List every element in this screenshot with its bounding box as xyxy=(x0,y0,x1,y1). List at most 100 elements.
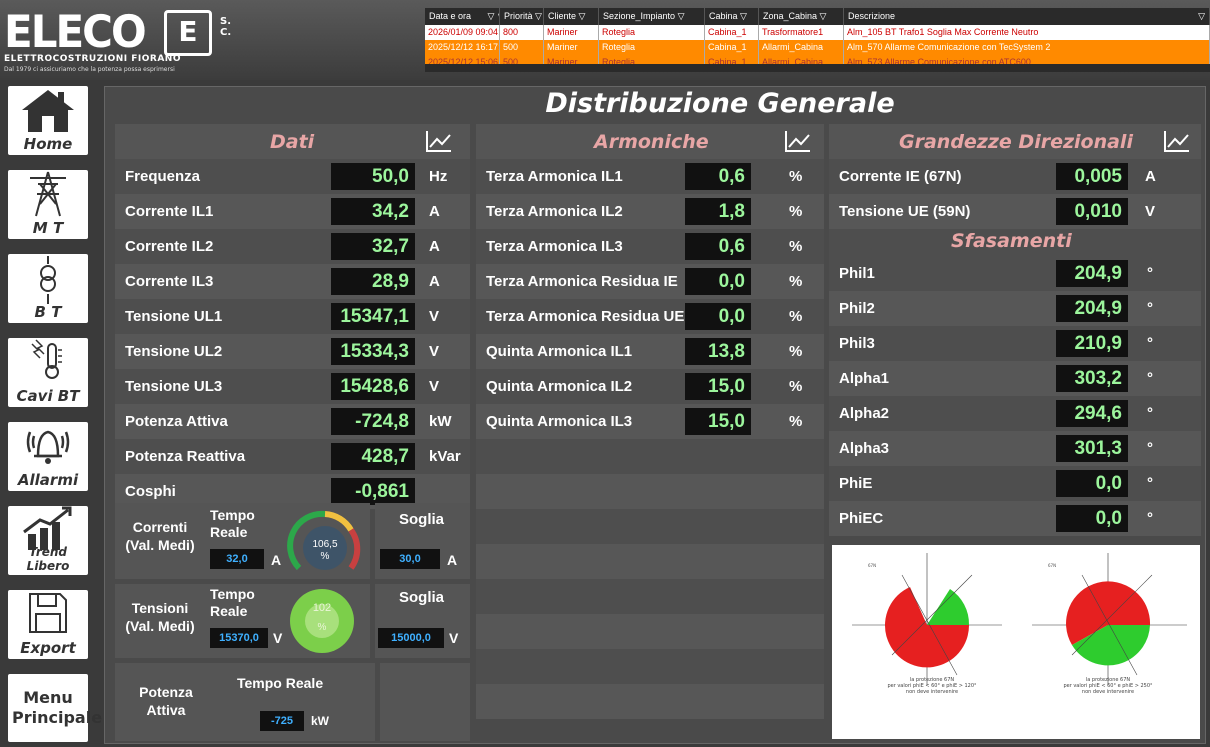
trend-icon[interactable] xyxy=(1163,129,1191,153)
armoniche-title: Armoniche xyxy=(594,131,709,153)
direction-diagram: 67N 67N la protezione 67N per valori phiE… xyxy=(832,545,1200,739)
protection-diagram: 67N 67N xyxy=(852,553,1187,685)
measure-value: 0,005 xyxy=(1056,163,1128,190)
dati-header: Dati xyxy=(115,124,470,159)
measure-row: Alpha1 303,2 ° xyxy=(829,361,1201,396)
measure-value: 15,0 xyxy=(685,408,751,435)
correnti-rt-unit: A xyxy=(271,552,282,568)
measure-value: 0,010 xyxy=(1056,198,1128,225)
measure-unit: ° xyxy=(1147,440,1153,457)
measure-unit: A xyxy=(429,238,440,255)
correnti-soglia-unit: A xyxy=(447,552,458,568)
alarm-table[interactable]: Data e ora ▽ ∨ Priorità ▽ Cliente ▽ Sezi… xyxy=(425,8,1210,72)
dati-title: Dati xyxy=(270,131,315,153)
nav-cavi-button[interactable]: Cavi BT xyxy=(8,338,88,407)
correnti-rt-value: 32,0 xyxy=(210,549,264,569)
nav-trend-button[interactable]: Trend Libero xyxy=(8,506,88,575)
alarm-cell: Mariner xyxy=(544,55,599,64)
eleco-logo: ELECO E S. C. ELETTROCOSTRUZIONI FIORANO… xyxy=(4,6,254,74)
measure-label: Corrente IE (67N) xyxy=(839,168,962,185)
nav-mt-button[interactable]: M T xyxy=(8,170,88,239)
measure-row: Quinta Armonica IL1 13,8% xyxy=(476,334,824,369)
trend-icon[interactable] xyxy=(784,129,812,153)
measure-label: Alpha2 xyxy=(839,405,890,422)
logo-tagline: Dal 1979 ci assicuriamo che la potenza p… xyxy=(4,66,175,73)
nav-menu-button[interactable]: Menu Principale xyxy=(8,674,102,742)
nav-bt-button[interactable]: B T xyxy=(8,254,88,323)
nav-bt-label: B T xyxy=(34,303,62,321)
measure-unit: ° xyxy=(1147,405,1153,422)
measure-unit: ° xyxy=(1147,335,1153,352)
alarm-cell: 500 xyxy=(500,55,544,64)
measure-row: Phil1 204,9 ° xyxy=(829,256,1201,291)
col-header-zona[interactable]: Zona_Cabina ▽ xyxy=(759,8,844,25)
measure-row: Frequenza 50,0 Hz xyxy=(115,159,470,194)
measure-unit: ° xyxy=(1147,300,1153,317)
col-header-data[interactable]: Data e ora ▽ ∨ xyxy=(425,8,500,25)
nav-allarmi-button[interactable]: Allarmi xyxy=(8,422,88,491)
sfasamenti-title: Sfasamenti xyxy=(951,230,1072,252)
alarm-cell: Trasformatore1 xyxy=(759,25,844,40)
alarm-table-header: Data e ora ▽ ∨ Priorità ▽ Cliente ▽ Sezi… xyxy=(425,8,1210,25)
measure-value: 15334,3 xyxy=(331,338,415,365)
empty-row xyxy=(476,439,824,474)
alarm-row[interactable]: 2026/01/09 09:04:22 800 Mariner Roteglia… xyxy=(425,25,1210,40)
measure-unit: ° xyxy=(1147,510,1153,527)
measure-value: 428,7 xyxy=(331,443,415,470)
correnti-label: Correnti (Val. Medi) xyxy=(125,519,195,553)
alarm-cell: Roteglia xyxy=(599,40,705,55)
measure-row: Tensione UL2 15334,3 V xyxy=(115,334,470,369)
measure-value: 204,9 xyxy=(1056,295,1128,322)
measure-label: Alpha1 xyxy=(839,370,890,387)
measure-label: Quinta Armonica IL2 xyxy=(486,378,633,395)
measure-label: Terza Armonica IL2 xyxy=(486,203,623,220)
measure-row: PhiE 0,0 ° xyxy=(829,466,1201,501)
col-header-sezione[interactable]: Sezione_Impianto ▽ xyxy=(599,8,705,25)
measure-unit: % xyxy=(789,413,803,430)
col-header-priorita[interactable]: Priorità ▽ xyxy=(500,8,544,25)
sfasamenti-header: Sfasamenti xyxy=(829,229,1201,256)
col-header-cabina[interactable]: Cabina ▽ xyxy=(705,8,759,25)
measure-label: Tensione UL2 xyxy=(125,343,223,360)
trend-icon[interactable] xyxy=(425,129,453,153)
empty-row xyxy=(476,684,824,719)
measure-label: Potenza Attiva xyxy=(125,413,228,430)
measure-unit: % xyxy=(789,238,803,255)
measure-label: Phil2 xyxy=(839,300,875,317)
measure-unit: % xyxy=(789,378,803,395)
nav-home-button[interactable]: Home xyxy=(8,86,88,155)
svg-text:67N: 67N xyxy=(1048,563,1056,568)
alarm-cell: Mariner xyxy=(544,25,599,40)
measure-value: 0,6 xyxy=(685,233,751,260)
logo-wordmark: ELECO xyxy=(4,6,147,58)
measure-value: 50,0 xyxy=(331,163,415,190)
measure-label: Corrente IL2 xyxy=(125,238,214,255)
alarm-cell: Alm_105 BT Trafo1 Soglia Max Corrente Ne… xyxy=(844,25,1210,40)
tensioni-rt-value: 15370,0 xyxy=(210,628,268,648)
home-icon xyxy=(22,90,74,132)
measure-unit: % xyxy=(789,168,803,185)
col-header-cliente[interactable]: Cliente ▽ xyxy=(544,8,599,25)
measure-unit: A xyxy=(429,203,440,220)
nav-export-button[interactable]: Export xyxy=(8,590,88,659)
measure-label: Corrente IL3 xyxy=(125,273,214,290)
col-header-descrizione[interactable]: Descrizione ▽ xyxy=(844,8,1210,25)
empty-row xyxy=(476,509,824,544)
measure-label: PhiEC xyxy=(839,510,884,527)
measure-value: 15347,1 xyxy=(331,303,415,330)
tensioni-gauge xyxy=(290,589,354,653)
alarm-cell: Cabina_1 xyxy=(705,55,759,64)
measure-unit: ° xyxy=(1147,265,1153,282)
measure-label: Terza Armonica Residua IE xyxy=(486,273,678,290)
measure-unit: A xyxy=(429,273,440,290)
correnti-soglia-box: Soglia 30,0 A xyxy=(375,503,470,579)
diagram-caption-right: la protezione 67N per valori phiE < 60° … xyxy=(1063,677,1153,695)
measure-row: Terza Armonica Residua UE 0,0% xyxy=(476,299,824,334)
measure-row: Terza Armonica IL1 0,6% xyxy=(476,159,824,194)
tensioni-gauge-unit: % xyxy=(317,622,327,633)
measure-label: Tensione UL3 xyxy=(125,378,223,395)
alarm-row[interactable]: 2025/12/12 16:17:10 500 Mariner Roteglia… xyxy=(425,40,1210,55)
measure-label: Phil3 xyxy=(839,335,875,352)
alarm-row[interactable]: 2025/12/12 15:06:54 500 Mariner Roteglia… xyxy=(425,55,1210,64)
measure-unit: % xyxy=(789,308,803,325)
